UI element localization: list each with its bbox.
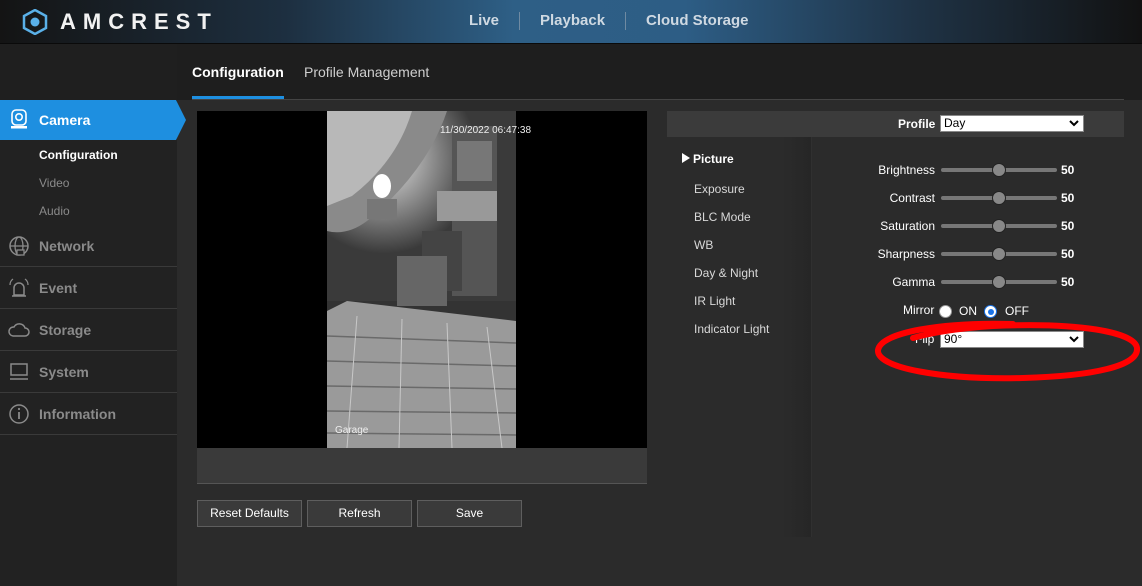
information-icon <box>9 404 29 424</box>
sidebar-top-spacer <box>0 44 177 100</box>
gamma-value: 50 <box>1061 275 1075 289</box>
sidebar-item-label: Network <box>39 238 95 254</box>
slider-thumb[interactable] <box>992 275 1006 289</box>
mirror-on-radio[interactable] <box>939 305 952 318</box>
sidebar-subitem-audio[interactable]: Audio <box>39 204 70 218</box>
mirror-label: Mirror <box>903 303 935 317</box>
video-toolbar <box>197 448 647 484</box>
amcrest-logo: AMCREST <box>22 8 218 36</box>
video-preview: 11/30/2022 06:47:38 Garage <box>197 111 647 448</box>
menu-item-ir-light[interactable]: IR Light <box>694 294 735 308</box>
network-globe-icon <box>9 236 29 256</box>
chevron-down-icon <box>1069 120 1079 127</box>
brand-name: AMCREST <box>60 9 218 34</box>
settings-menu-panel <box>667 137 812 537</box>
contrast-slider-track[interactable] <box>941 191 1057 205</box>
nav-cloud-storage[interactable]: Cloud Storage <box>646 12 749 29</box>
menu-item-day-night[interactable]: Day & Night <box>694 266 758 280</box>
sidebar-item-label: System <box>39 364 89 380</box>
profile-select-value: Day <box>944 116 966 130</box>
menu-item-exposure[interactable]: Exposure <box>694 182 745 196</box>
slider-thumb[interactable] <box>992 191 1006 205</box>
storage-cloud-icon <box>8 323 30 337</box>
profile-select[interactable]: Day <box>940 115 1084 132</box>
menu-item-wb[interactable]: WB <box>694 238 713 252</box>
nav-separator <box>625 12 626 30</box>
video-timestamp-overlay: 11/30/2022 06:47:38 <box>440 125 532 136</box>
event-alarm-icon <box>9 278 29 297</box>
sidebar-item-label: Camera <box>39 112 91 128</box>
refresh-button[interactable]: Refresh <box>307 500 412 527</box>
sidebar-item-storage[interactable]: Storage <box>0 309 177 351</box>
sidebar-subitem-configuration[interactable]: Configuration <box>39 148 118 162</box>
save-button[interactable]: Save <box>417 500 522 527</box>
sidebar-item-network[interactable]: Network <box>0 225 177 267</box>
slider-thumb[interactable] <box>992 163 1006 177</box>
menu-item-picture[interactable]: Picture <box>682 152 734 166</box>
sidebar-active-arrow <box>176 100 186 140</box>
video-channel-name-overlay: Garage <box>335 425 369 436</box>
mirror-off-label: OFF <box>1005 304 1029 318</box>
red-annotation-circle <box>875 320 1140 382</box>
triangle-right-icon <box>682 153 690 163</box>
saturation-label: Saturation <box>880 219 935 233</box>
saturation-value: 50 <box>1061 219 1075 233</box>
contrast-label: Contrast <box>889 191 935 205</box>
contrast-value: 50 <box>1061 191 1075 205</box>
sidebar-item-system[interactable]: System <box>0 351 177 393</box>
mirror-off-radio[interactable] <box>984 305 997 318</box>
menu-item-indicator-light[interactable]: Indicator Light <box>694 322 769 336</box>
sharpness-value: 50 <box>1061 247 1075 261</box>
nav-playback[interactable]: Playback <box>540 12 605 29</box>
sharpness-slider-track[interactable] <box>941 247 1057 261</box>
reset-defaults-button[interactable]: Reset Defaults <box>197 500 302 527</box>
sidebar-item-event[interactable]: Event <box>0 267 177 309</box>
gamma-label: Gamma <box>892 275 935 289</box>
sidebar-subitem-video[interactable]: Video <box>39 176 69 190</box>
sidebar-item-label: Event <box>39 280 78 296</box>
sidebar-item-label: Information <box>39 406 116 422</box>
sidebar-item-information[interactable]: Information <box>0 393 177 435</box>
brightness-slider-track[interactable] <box>941 163 1057 177</box>
profile-label: Profile <box>898 117 936 131</box>
slider-thumb[interactable] <box>992 247 1006 261</box>
saturation-slider-track[interactable] <box>941 219 1057 233</box>
camera-frame-image <box>327 111 516 448</box>
nav-separator <box>519 12 520 30</box>
gamma-slider-track[interactable] <box>941 275 1057 289</box>
slider-thumb[interactable] <box>992 219 1006 233</box>
menu-item-blc-mode[interactable]: BLC Mode <box>694 210 751 224</box>
nav-live[interactable]: Live <box>469 12 499 29</box>
sidebar-item-camera[interactable]: Camera <box>0 100 186 140</box>
top-header: AMCREST Live Playback Cloud Storage <box>0 0 1142 44</box>
camera-icon <box>11 109 27 129</box>
sidebar: Camera Configuration Video Audio Network… <box>0 100 186 586</box>
brightness-value: 50 <box>1061 163 1075 177</box>
tab-divider <box>192 99 1124 100</box>
menu-item-label: Picture <box>693 152 734 166</box>
sharpness-label: Sharpness <box>877 247 935 261</box>
system-monitor-icon <box>10 363 28 380</box>
tab-configuration[interactable]: Configuration <box>192 64 284 80</box>
amcrest-hexagon-icon <box>22 9 48 35</box>
tab-profile-management[interactable]: Profile Management <box>304 64 429 80</box>
brightness-label: Brightness <box>878 163 935 177</box>
sidebar-item-label: Storage <box>39 322 92 338</box>
mirror-on-label: ON <box>959 304 977 318</box>
